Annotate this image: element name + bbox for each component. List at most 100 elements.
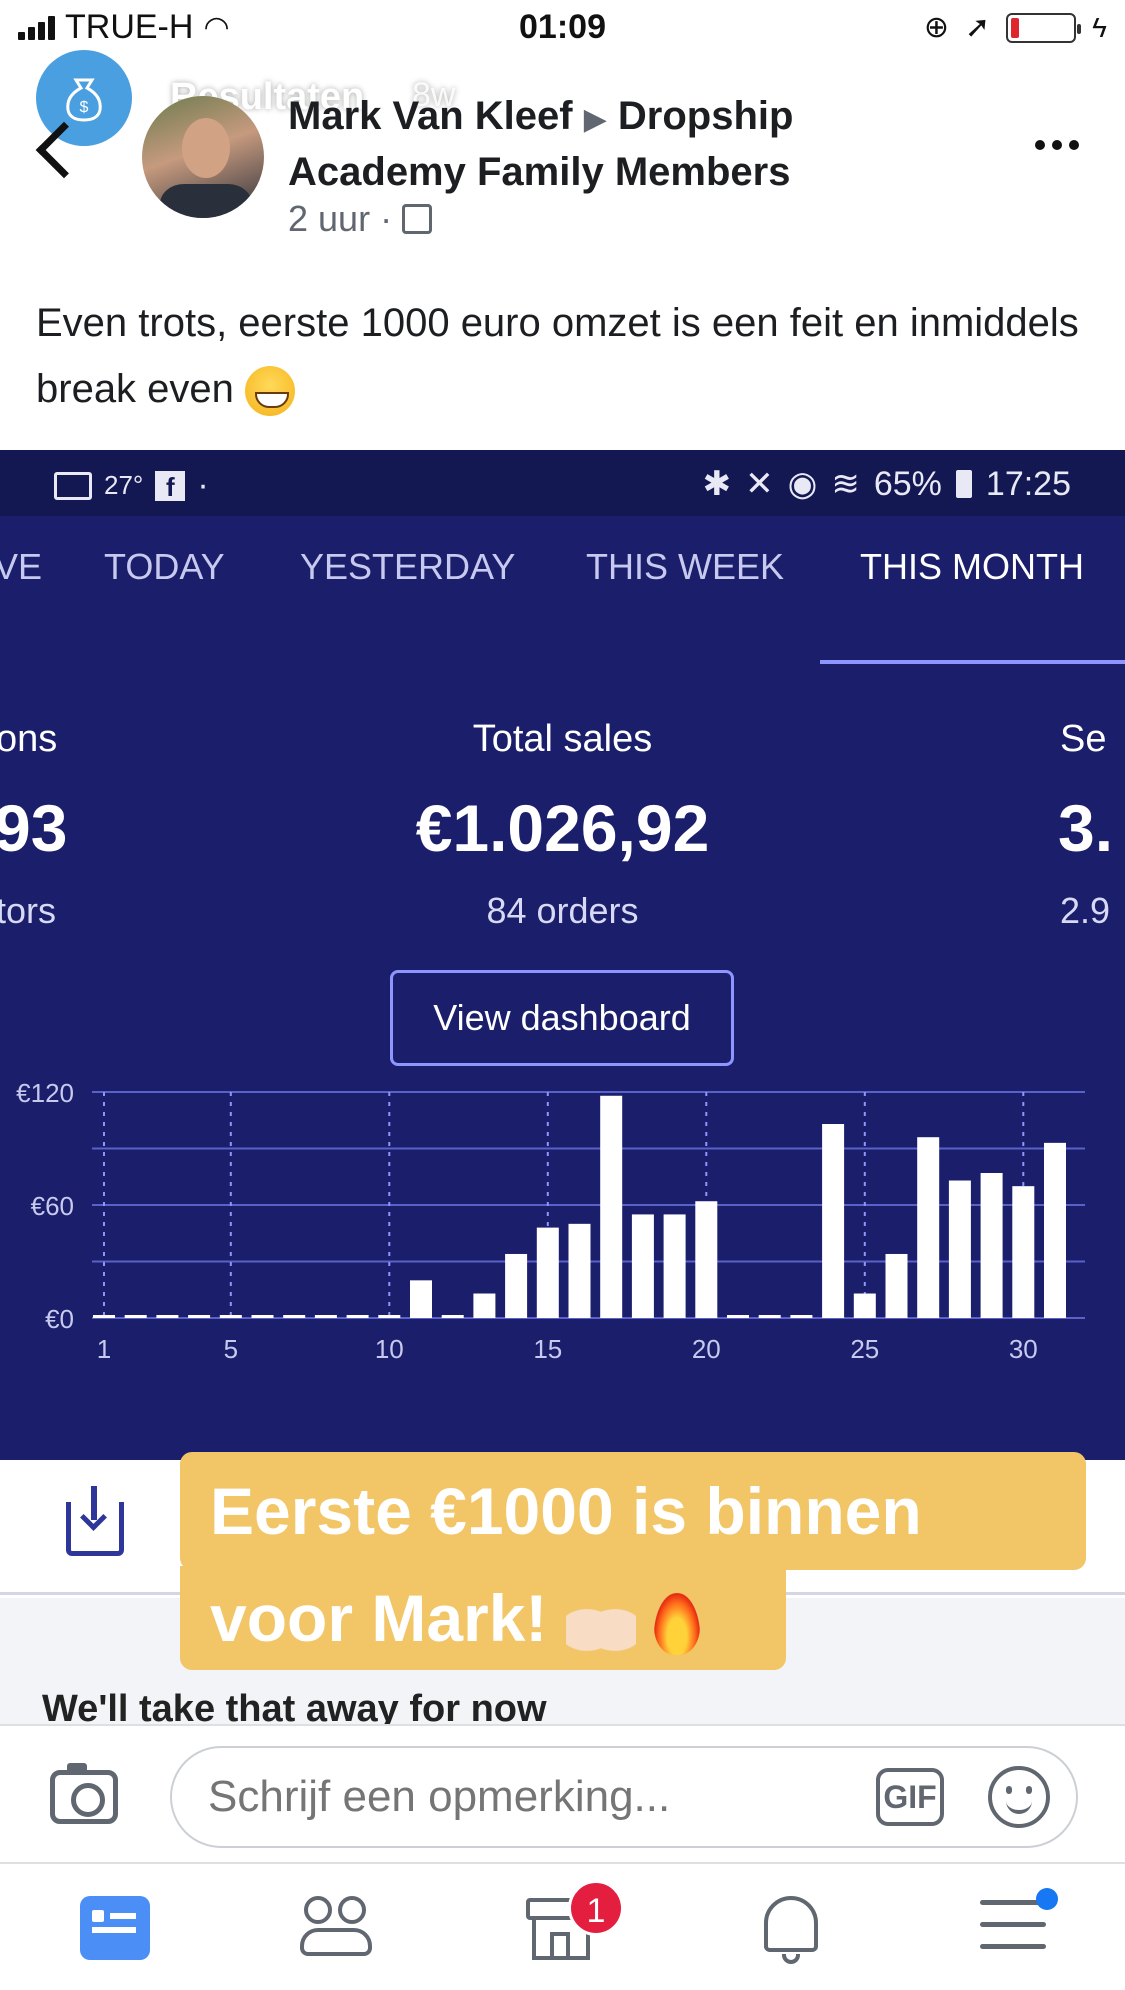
chart-bar: [93, 1315, 115, 1318]
charging-icon: ϟ: [1092, 11, 1107, 43]
android-status-bar: 27° f · ✱ ✕ ◉ ≋ 65% 17:25: [0, 450, 1125, 516]
mute-icon: ✕: [745, 465, 774, 503]
chart-bar: [473, 1293, 496, 1318]
sales-bar-chart: €0€60€1201 5 10 15 20 25 30: [16, 1078, 1085, 1364]
x-tick-label: 15: [533, 1334, 562, 1364]
mail-icon: [54, 471, 92, 500]
total-sales-value: €1.026,92: [415, 791, 710, 865]
chart-bar: [410, 1280, 432, 1318]
post-author-name[interactable]: Mark Van Kleef: [288, 94, 573, 138]
battery-icon: [1006, 12, 1082, 43]
more-options-icon[interactable]: [1035, 140, 1079, 150]
emoji-icon[interactable]: [988, 1766, 1050, 1828]
fire-emoji-icon: [654, 1592, 701, 1655]
chart-bar: [124, 1315, 147, 1318]
chart-bar: [600, 1095, 623, 1318]
y-tick-label: €120: [16, 1078, 74, 1108]
bottom-nav: [0, 1864, 1125, 1990]
view-dashboard-button[interactable]: View dashboard: [390, 970, 734, 1066]
alarm-icon: ◉: [787, 465, 818, 503]
svg-text:$: $: [80, 99, 89, 116]
tab-live[interactable]: VE: [0, 546, 42, 588]
chart-bar: [790, 1315, 813, 1318]
wifi-signal-icon: ≋: [831, 465, 860, 503]
active-tab-indicator: [820, 660, 1125, 664]
total-orders: 84 orders: [486, 890, 639, 931]
total-sales-label: Total sales: [472, 718, 653, 760]
tab-this-week[interactable]: THIS WEEK: [586, 546, 784, 588]
chart-bar: [758, 1315, 781, 1318]
status-bar: TRUE-H ◠ 01:09 ⊕ ➚ ϟ: [0, 0, 1125, 56]
news-feed-icon: [80, 1896, 150, 1960]
chart-bar: [885, 1253, 908, 1318]
chart-bar: [948, 1180, 971, 1318]
chart-bar: [251, 1315, 274, 1318]
tab-yesterday[interactable]: YESTERDAY: [300, 546, 515, 588]
chart-bar: [156, 1315, 179, 1318]
android-time: 17:25: [985, 464, 1071, 503]
right-metric-value: 3.: [1058, 791, 1114, 865]
chart-bar: [1012, 1186, 1035, 1318]
gif-button[interactable]: GIF: [876, 1768, 944, 1826]
close-icon[interactable]: [1035, 68, 1095, 128]
tab-today[interactable]: TODAY: [104, 546, 225, 588]
temperature-label: 27°: [104, 470, 144, 500]
nav-groups[interactable]: [296, 1886, 376, 1966]
chart-bar: [568, 1223, 591, 1318]
period-tabs: VE TODAY YESTERDAY THIS WEEK THIS MONTH: [0, 546, 1125, 616]
x-tick-label: 25: [850, 1334, 879, 1364]
post-author-line[interactable]: Mark Van Kleef ▶ Dropship Academy Family…: [288, 90, 888, 198]
x-tick-label: 5: [224, 1334, 238, 1364]
marketplace-badge: 1: [568, 1880, 624, 1936]
nav-notifications[interactable]: [752, 1886, 832, 1966]
chart-bar: [1044, 1142, 1066, 1318]
battery-percent: 65%: [873, 464, 942, 503]
post-time[interactable]: 2 uur: [288, 198, 370, 240]
android-battery-icon: [955, 470, 972, 498]
chart-bar: [188, 1315, 211, 1318]
location-icon: ➚: [965, 11, 991, 44]
facebook-icon: f: [155, 470, 186, 502]
chart-bar: [314, 1315, 337, 1318]
chart-bar: [727, 1315, 749, 1318]
download-icon[interactable]: [66, 1486, 124, 1556]
menu-notification-dot: [1036, 1888, 1058, 1910]
right-metric-sub: 2.9: [1060, 890, 1111, 931]
chart-bar: [663, 1214, 686, 1318]
chart-bar: [378, 1315, 401, 1318]
chart-bar: [283, 1315, 306, 1318]
post-text: Even trots, eerste 1000 euro omzet is ee…: [36, 290, 1086, 422]
post-image[interactable]: 27° f · ✱ ✕ ◉ ≋ 65% 17:25 VE TODAY YESTE…: [0, 450, 1125, 1460]
post-text-content: Even trots, eerste 1000 euro omzet is ee…: [36, 301, 1079, 411]
meta-separator: ·: [380, 198, 393, 239]
arrow-right-icon: ▶: [583, 103, 607, 136]
tab-this-month[interactable]: THIS MONTH: [860, 546, 1084, 588]
chart-bar: [980, 1172, 1003, 1318]
camera-icon[interactable]: [50, 1763, 118, 1824]
group-members-icon: [402, 204, 433, 234]
status-right: ⊕ ➚ ϟ: [924, 10, 1107, 45]
chart-bar: [917, 1137, 940, 1318]
post-meta: 2 uur ·: [288, 198, 433, 240]
x-tick-label: 1: [97, 1334, 111, 1364]
chart-bar: [695, 1201, 718, 1318]
story-sticker-line1: Eerste €1000 is binnen: [180, 1452, 1086, 1570]
chart-bar: [631, 1214, 654, 1318]
rotation-lock-icon: ⊕: [923, 11, 950, 44]
chart-bar: [853, 1293, 876, 1318]
chart-bar: [536, 1227, 559, 1318]
story-sticker-text: voor Mark!: [210, 1581, 548, 1655]
chart-bar: [505, 1253, 528, 1318]
story-money-bag-icon[interactable]: $: [36, 50, 132, 146]
avatar[interactable]: [142, 96, 264, 218]
y-tick-label: €0: [45, 1304, 74, 1334]
raised-hands-emoji-icon: [565, 1593, 636, 1654]
story-sticker-line2: voor Mark!: [180, 1566, 786, 1670]
nav-news-feed[interactable]: [74, 1886, 154, 1966]
x-tick-label: 10: [375, 1334, 404, 1364]
grin-emoji-icon: [245, 366, 296, 417]
right-metric-label: Se: [1060, 718, 1107, 760]
chart-bar: [441, 1315, 464, 1318]
chart-bar: [346, 1315, 369, 1318]
x-tick-label: 20: [692, 1334, 721, 1364]
